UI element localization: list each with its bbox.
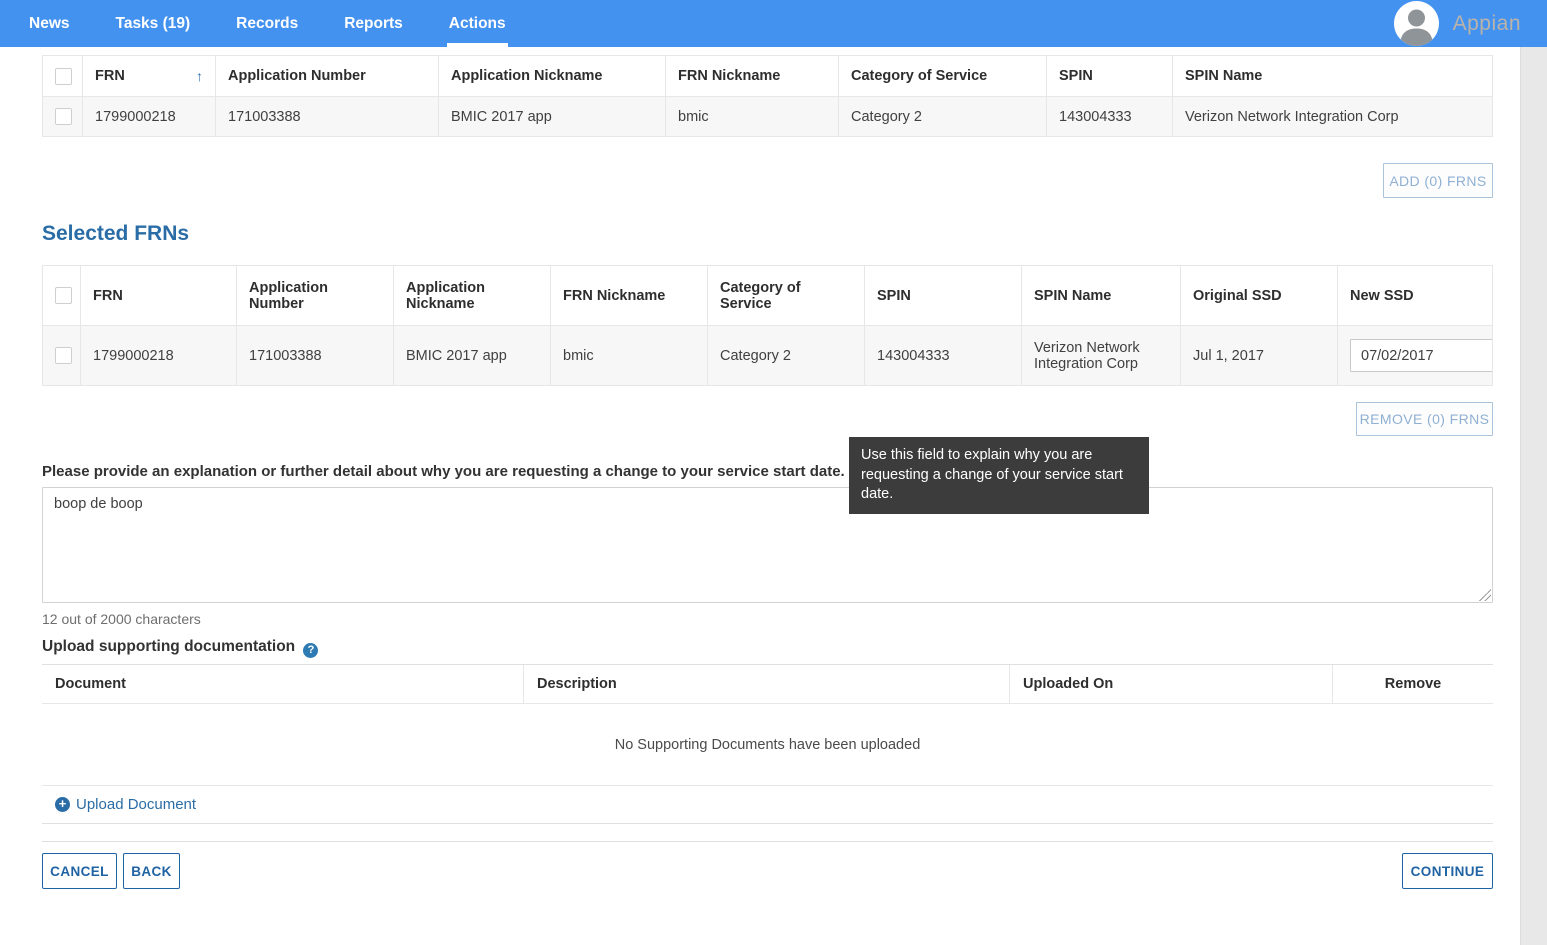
- col-header-application-number[interactable]: Application Number: [237, 266, 394, 326]
- col-header-frn[interactable]: FRN ↑: [83, 56, 216, 97]
- col-header-category-of-service[interactable]: Category of Service: [839, 56, 1047, 97]
- row-checkbox[interactable]: [55, 347, 72, 364]
- col-header-description: Description: [524, 665, 1010, 703]
- cell-spin: 143004333: [1047, 97, 1173, 137]
- col-header-spin[interactable]: SPIN: [1047, 56, 1173, 97]
- col-header-frn-nickname[interactable]: FRN Nickname: [551, 266, 708, 326]
- top-navbar: News Tasks (19) Records Reports Actions …: [0, 0, 1547, 47]
- help-icon[interactable]: ?: [303, 643, 318, 658]
- selected-frns-heading: Selected FRNs: [42, 222, 189, 246]
- continue-button[interactable]: CONTINUE: [1402, 853, 1493, 889]
- cancel-button[interactable]: CANCEL: [42, 853, 117, 889]
- nav-tab-news[interactable]: News: [27, 0, 72, 47]
- select-all-cell: [43, 266, 81, 326]
- row-checkbox[interactable]: [55, 108, 72, 125]
- page: News Tasks (19) Records Reports Actions …: [0, 0, 1547, 945]
- cell-application-nickname: BMIC 2017 app: [394, 326, 551, 386]
- col-header-frn-label: FRN: [95, 68, 125, 84]
- nav-tab-records[interactable]: Records: [234, 0, 300, 47]
- upload-document-label: Upload Document: [76, 796, 196, 813]
- explanation-label: Please provide an explanation or further…: [42, 463, 845, 480]
- frn-search-results-table: FRN ↑ Application Number Application Nick…: [42, 55, 1493, 137]
- select-all-cell: [43, 56, 83, 97]
- cell-application-number: 171003388: [216, 97, 439, 137]
- select-all-checkbox[interactable]: [55, 68, 72, 85]
- table-row: 1799000218 171003388 BMIC 2017 app bmic …: [43, 326, 1493, 386]
- sort-ascending-icon: ↑: [196, 68, 203, 84]
- plus-circle-icon: +: [55, 797, 70, 812]
- user-avatar[interactable]: [1394, 1, 1439, 46]
- cell-spin: 143004333: [865, 326, 1022, 386]
- table-row: 1799000218 171003388 BMIC 2017 app bmic …: [43, 97, 1493, 137]
- cell-spin-name: Verizon Network Integration Corp: [1173, 97, 1493, 137]
- col-header-document: Document: [42, 665, 524, 703]
- col-header-new-ssd[interactable]: New SSD: [1338, 266, 1493, 326]
- add-frns-button[interactable]: ADD (0) FRNS: [1383, 163, 1493, 198]
- selected-frns-table: FRN Application Number Application Nickn…: [42, 265, 1493, 386]
- col-header-application-number[interactable]: Application Number: [216, 56, 439, 97]
- remove-frns-button[interactable]: REMOVE (0) FRNS: [1356, 402, 1493, 436]
- cell-spin-name: Verizon Network Integration Corp: [1022, 326, 1181, 386]
- cell-application-nickname: BMIC 2017 app: [439, 97, 666, 137]
- row-select-cell: [43, 326, 81, 386]
- cell-frn-nickname: bmic: [551, 326, 708, 386]
- upload-label-row: Upload supporting documentation ?: [42, 638, 318, 658]
- table-header-row: FRN ↑ Application Number Application Nick…: [43, 56, 1493, 97]
- page-right-gutter: [1520, 47, 1547, 945]
- character-count: 12 out of 2000 characters: [42, 611, 201, 627]
- col-header-uploaded-on: Uploaded On: [1010, 665, 1333, 703]
- nav-tabs: News Tasks (19) Records Reports Actions: [0, 0, 550, 47]
- no-documents-message: No Supporting Documents have been upload…: [42, 704, 1493, 786]
- cell-frn: 1799000218: [83, 97, 216, 137]
- nav-right: Appian: [1394, 0, 1521, 47]
- col-header-spin-name[interactable]: SPIN Name: [1022, 266, 1181, 326]
- table-header-row: FRN Application Number Application Nickn…: [43, 266, 1493, 326]
- col-header-frn-nickname[interactable]: FRN Nickname: [666, 56, 839, 97]
- documents-header-row: Document Description Uploaded On Remove: [42, 665, 1493, 704]
- upload-document-link[interactable]: + Upload Document: [55, 796, 196, 813]
- explanation-label-row: Please provide an explanation or further…: [42, 463, 872, 483]
- documents-table: Document Description Uploaded On Remove …: [42, 664, 1493, 824]
- help-tooltip: Use this field to explain why you are re…: [849, 437, 1149, 514]
- person-icon: [1394, 1, 1439, 46]
- cell-frn: 1799000218: [81, 326, 237, 386]
- new-ssd-input[interactable]: [1350, 339, 1493, 372]
- upload-documentation-label: Upload supporting documentation: [42, 638, 295, 655]
- back-button[interactable]: BACK: [123, 853, 180, 889]
- upload-document-row: + Upload Document: [42, 786, 1493, 823]
- cell-original-ssd: Jul 1, 2017: [1181, 326, 1338, 386]
- col-header-application-nickname[interactable]: Application Nickname: [394, 266, 551, 326]
- col-header-spin-name[interactable]: SPIN Name: [1173, 56, 1493, 97]
- cell-application-number: 171003388: [237, 326, 394, 386]
- cell-category-of-service: Category 2: [839, 97, 1047, 137]
- col-header-frn[interactable]: FRN: [81, 266, 237, 326]
- footer-divider: [42, 841, 1493, 842]
- col-header-application-nickname[interactable]: Application Nickname: [439, 56, 666, 97]
- col-header-category-of-service[interactable]: Category of Service: [708, 266, 865, 326]
- col-header-spin[interactable]: SPIN: [865, 266, 1022, 326]
- cell-category-of-service: Category 2: [708, 326, 865, 386]
- nav-tab-actions[interactable]: Actions: [447, 0, 508, 47]
- col-header-original-ssd[interactable]: Original SSD: [1181, 266, 1338, 326]
- select-all-checkbox[interactable]: [55, 287, 72, 304]
- appian-logo: Appian: [1453, 12, 1521, 36]
- cell-new-ssd: [1338, 326, 1493, 386]
- row-select-cell: [43, 97, 83, 137]
- explanation-textarea[interactable]: boop de boop: [42, 487, 1493, 603]
- col-header-remove: Remove: [1333, 665, 1493, 703]
- cell-frn-nickname: bmic: [666, 97, 839, 137]
- nav-tab-reports[interactable]: Reports: [342, 0, 405, 47]
- nav-tab-tasks[interactable]: Tasks (19): [114, 0, 193, 47]
